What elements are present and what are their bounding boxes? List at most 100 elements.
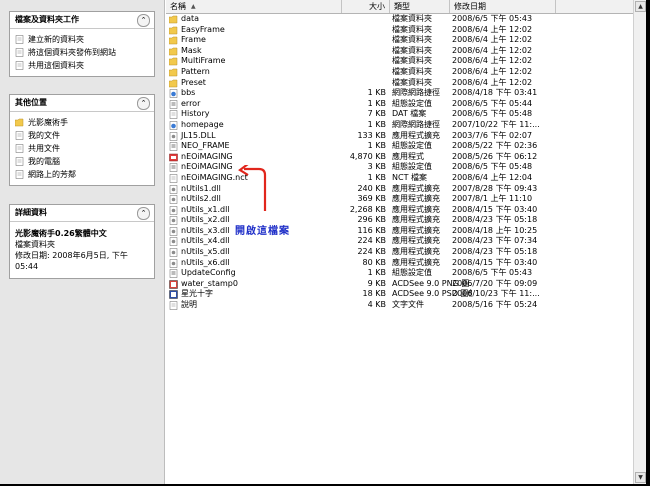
file-date: 2008/6/5 下午 05:43	[452, 14, 552, 25]
file-rows: data 檔案資料夾 2008/6/5 下午 05:43 EasyFrame 檔案資料夾…	[166, 14, 646, 311]
file-date: 2007/8/1 上午 11:10	[452, 194, 552, 205]
dll-file-icon	[169, 195, 178, 204]
file-name: nUtils_x4.dll	[181, 236, 341, 247]
file-type-text: 檔案資料夾	[392, 14, 432, 23]
file-name: Preset	[181, 78, 341, 89]
file-date: 2008/6/4 上午 12:02	[452, 78, 552, 89]
file-tasks-header[interactable]: 檔案及資料夾工作 ⌃	[10, 12, 154, 29]
file-row[interactable]: nUtils_x6.dll 80 KB 應用程式擴充 2008/4/15 下午 03:…	[166, 258, 646, 269]
file-size: 296 KB	[342, 215, 386, 226]
file-size: 4 KB	[342, 300, 386, 311]
file-row[interactable]: nEOiMAGING 4,870 KB 應用程式 2008/5/26 下午 06:12	[166, 152, 646, 163]
file-date: 2006/7/20 下午 09:09	[452, 279, 552, 290]
task-pane-item[interactable]: 建立新的資料夾	[10, 33, 154, 46]
file-size: 240 KB	[342, 184, 386, 195]
task-pane-item[interactable]: 共用這個資料夾	[10, 59, 154, 72]
file-date-text: 2008/6/4 上午 12:02	[452, 56, 533, 66]
file-type-text: NCT 檔案	[392, 172, 427, 182]
folder-icon	[168, 47, 178, 56]
file-row[interactable]: data 檔案資料夾 2008/6/5 下午 05:43	[166, 14, 646, 25]
file-name: bbs	[181, 88, 341, 99]
column-header: 名稱 ▲ 大小 類型 修改日期	[166, 0, 646, 14]
task-pane-item[interactable]: 光影魔術手	[10, 116, 154, 129]
file-date: 2008/6/4 上午 12:04	[452, 173, 552, 184]
file-size-text: 1 KB	[367, 172, 386, 182]
folder-icon	[168, 68, 178, 77]
file-row[interactable]: water_stamp0 9 KB ACDSee 9.0 PNG 圖... 2006/…	[166, 279, 646, 290]
file-size-text: 18 KB	[362, 289, 386, 299]
file-date-text: 2008/4/23 下午 07:34	[452, 236, 538, 246]
details-title: 詳細資料	[15, 208, 47, 217]
file-size-text: 7 KB	[367, 109, 386, 119]
task-pane-item[interactable]: 將這個資料夾發佈到網站	[10, 46, 154, 59]
file-date-text: 2008/5/22 下午 02:36	[452, 141, 538, 151]
file-row[interactable]: NEO_FRAME 1 KB 組態設定值 2008/5/22 下午 02:36	[166, 141, 646, 152]
file-row[interactable]: EasyFrame 檔案資料夾 2008/6/4 上午 12:02	[166, 25, 646, 36]
details-panel: 詳細資料 ⌃ 光影魔術手0.26繁體中文 檔案資料夾 修改日期: 2008年6月…	[9, 204, 155, 279]
file-name-text: nUtils_x3.dll	[181, 225, 230, 235]
task-pane-item[interactable]: 網路上的芳鄰	[10, 168, 154, 181]
collapse-icon[interactable]: ⌃	[137, 97, 150, 110]
file-date-text: 2008/4/18 下午 03:41	[452, 88, 538, 98]
file-row[interactable]: error 1 KB 組態設定值 2008/6/5 下午 05:44	[166, 99, 646, 110]
file-row[interactable]: Pattern 檔案資料夾 2008/6/4 上午 12:02	[166, 67, 646, 78]
file-date: 2008/6/4 上午 12:02	[452, 67, 552, 78]
file-name-text: data	[181, 14, 200, 23]
column-date[interactable]: 修改日期	[450, 0, 556, 13]
other-places-header[interactable]: 其他位置 ⌃	[10, 95, 154, 112]
collapse-icon[interactable]: ⌃	[137, 14, 150, 27]
file-size-text: 3 KB	[367, 162, 386, 172]
file-size: 1 KB	[342, 173, 386, 184]
file-date-text: 2008/6/4 上午 12:02	[452, 45, 533, 55]
task-pane-item[interactable]: 我的電腦	[10, 155, 154, 168]
scroll-up-button[interactable]: ▲	[635, 1, 646, 12]
app-icon	[169, 153, 178, 161]
config-file-icon	[169, 100, 178, 109]
file-row[interactable]: nUtils_x4.dll 224 KB 應用程式擴充 2008/4/23 下午 07…	[166, 236, 646, 247]
other-places-panel: 其他位置 ⌃ 光影魔術手 我的文件 共用文件 我的電腦 網路上的芳鄰	[9, 94, 155, 186]
file-date: 2008/4/23 下午 07:34	[452, 236, 552, 247]
file-row[interactable]: homepage 1 KB 網際網路捷徑 2007/10/22 下午 11:...	[166, 120, 646, 131]
file-size: 1 KB	[342, 141, 386, 152]
file-size-text: 296 KB	[357, 215, 386, 225]
folder-icon	[168, 57, 178, 66]
file-date-text: 2008/6/5 下午 05:43	[452, 14, 533, 23]
file-date-text: 2008/4/18 上午 10:25	[452, 225, 538, 235]
file-size: 18 KB	[342, 289, 386, 300]
file-row[interactable]: MultiFrame 檔案資料夾 2008/6/4 上午 12:02	[166, 56, 646, 67]
scroll-down-button[interactable]: ▼	[635, 472, 646, 483]
file-row[interactable]: Frame 檔案資料夾 2008/6/4 上午 12:02	[166, 35, 646, 46]
file-row[interactable]: 說明 4 KB 文字文件 2008/5/16 下午 05:24	[166, 300, 646, 311]
folder-icon	[168, 26, 178, 34]
file-size: 80 KB	[342, 258, 386, 269]
file-name-text: nEOiMAGING	[181, 151, 233, 161]
file-name-text: 說明	[181, 300, 197, 310]
file-row[interactable]: History 7 KB DAT 檔案 2008/6/5 下午 05:48	[166, 109, 646, 120]
vertical-scrollbar[interactable]: ▲ ▼	[633, 0, 646, 484]
file-row[interactable]: bbs 1 KB 網際網路捷徑 2008/4/18 下午 03:41	[166, 88, 646, 99]
column-type[interactable]: 類型	[390, 0, 450, 13]
task-pane-item-label: 建立新的資料夾	[28, 35, 84, 44]
file-row[interactable]: UpdateConfig 1 KB 組態設定值 2008/6/5 下午 05:43	[166, 268, 646, 279]
collapse-icon[interactable]: ⌃	[137, 207, 150, 220]
column-size[interactable]: 大小	[342, 0, 390, 13]
file-size-text: 116 KB	[357, 225, 386, 235]
file-size: 2,268 KB	[342, 205, 386, 216]
file-size: 1 KB	[342, 99, 386, 110]
file-date: 2008/4/18 上午 10:25	[452, 226, 552, 237]
file-name: NEO_FRAME	[181, 141, 341, 152]
task-pane-item[interactable]: 共用文件	[10, 142, 154, 155]
file-type-text: 檔案資料夾	[392, 24, 432, 34]
task-pane-item[interactable]: 我的文件	[10, 129, 154, 142]
file-row[interactable]: Mask 檔案資料夾 2008/6/4 上午 12:02	[166, 46, 646, 57]
file-row[interactable]: 星光十字 18 KB ACDSee 9.0 PSD 圖像 2006/10/23 下午 …	[166, 289, 646, 300]
file-name-text: nEOiMAGING	[181, 162, 233, 172]
details-header[interactable]: 詳細資料 ⌃	[10, 205, 154, 222]
file-size-text: 80 KB	[362, 257, 386, 267]
file-row[interactable]: Preset 檔案資料夾 2008/6/4 上午 12:02	[166, 78, 646, 89]
file-row[interactable]: nUtils_x5.dll 224 KB 應用程式擴充 2008/4/23 下午 05…	[166, 247, 646, 258]
file-name-text: NEO_FRAME	[181, 141, 230, 151]
file-date-text: 2008/6/4 上午 12:02	[452, 66, 533, 76]
file-row[interactable]: JL15.DLL 133 KB 應用程式擴充 2003/7/6 下午 02:07	[166, 131, 646, 142]
file-name-text: History	[181, 109, 210, 119]
